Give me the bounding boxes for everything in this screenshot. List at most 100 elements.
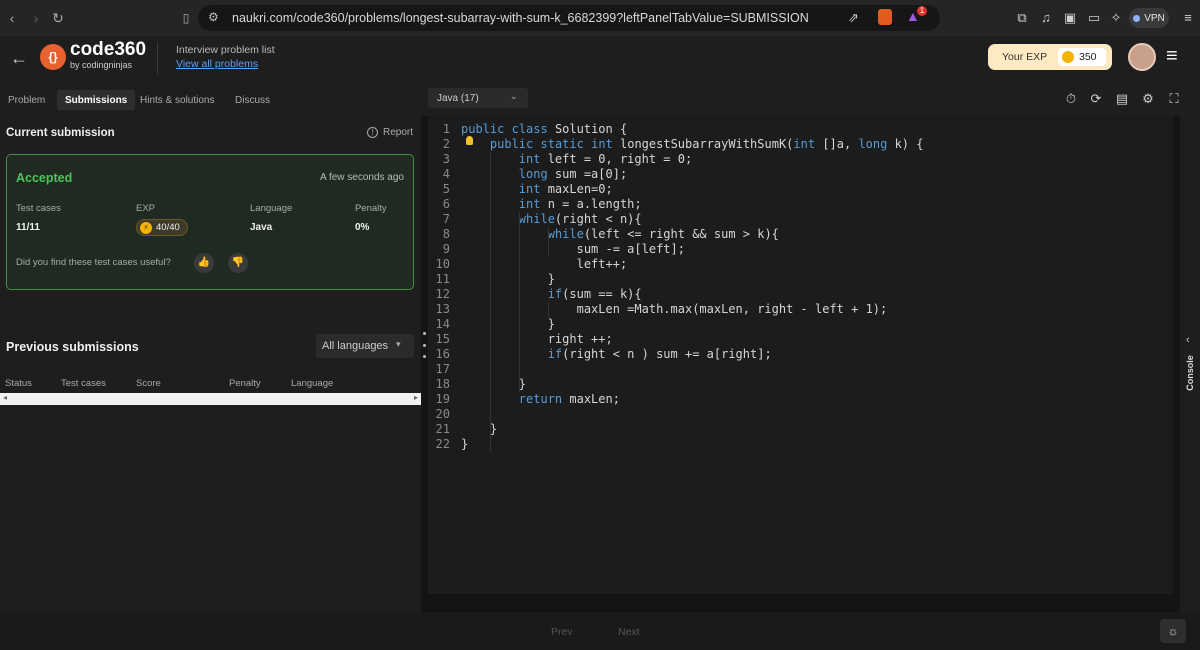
share-icon[interactable]: ⇗ xyxy=(848,10,859,26)
thumbs-up-button[interactable]: 👍 xyxy=(194,253,214,273)
code-line: 15 right ++; xyxy=(428,332,1173,347)
handle-dot xyxy=(422,332,426,335)
brand-logo[interactable]: code360 by codingninjas xyxy=(70,40,146,71)
code-line: 14 } xyxy=(428,317,1173,332)
report-button[interactable]: ! Report xyxy=(367,127,413,138)
header-exp: EXP xyxy=(136,203,156,214)
panel-resize-handle[interactable] xyxy=(421,332,427,358)
line-number: 10 xyxy=(435,257,450,271)
url-text: naukri.com/code360/problems/longest-suba… xyxy=(232,11,809,25)
keyword: long xyxy=(518,167,548,181)
language-filter[interactable]: All languages ▾ xyxy=(316,334,414,358)
line-number: 13 xyxy=(435,302,450,316)
code-text: } xyxy=(461,377,527,391)
settings-icon[interactable]: ⚙ xyxy=(1140,91,1156,107)
code-line: 21 } xyxy=(428,422,1173,437)
back-browser-icon[interactable]: ‹ xyxy=(2,8,22,28)
next-button[interactable]: Next xyxy=(618,626,640,638)
lightning-icon: ⚡ xyxy=(140,221,152,234)
timer-icon[interactable]: ⏱ xyxy=(1063,91,1079,107)
col-test-cases: Test cases xyxy=(61,378,106,389)
music-icon[interactable]: ♫ xyxy=(1038,10,1054,26)
line-number: 6 xyxy=(442,197,450,211)
brand-name: code360 xyxy=(70,39,147,60)
vpn-dot-icon xyxy=(1133,14,1141,22)
bookmark-icon[interactable]: ▯ xyxy=(176,8,196,28)
test-cases-value: 11/11 xyxy=(16,222,40,233)
lightbulb-icon: ☼ xyxy=(1167,624,1179,638)
penalty-value: 0% xyxy=(355,222,370,233)
thumbs-down-button[interactable]: 👎 xyxy=(228,253,248,273)
tab-hints-solutions[interactable]: Hints & solutions xyxy=(140,95,214,106)
sidebar-icon[interactable]: ▣ xyxy=(1062,10,1078,26)
scroll-right-icon[interactable]: ▸ xyxy=(414,393,418,402)
line-number: 14 xyxy=(435,317,450,331)
browser-menu-icon[interactable]: ≡ xyxy=(1180,10,1196,26)
code-editor[interactable]: 1 public class Solution {2 public static … xyxy=(428,116,1173,594)
problem-list-title: Interview problem list xyxy=(176,44,275,56)
code-text: } xyxy=(461,437,469,451)
wallet-icon[interactable]: ▭ xyxy=(1086,10,1102,26)
fullscreen-icon[interactable]: ⛶ xyxy=(1166,91,1182,107)
notification-badge: 1 xyxy=(917,6,927,16)
lightbulb-hint-icon[interactable] xyxy=(466,136,473,145)
layout-icon[interactable]: ▤ xyxy=(1114,91,1130,107)
site-info-icon[interactable]: ⚙ xyxy=(208,10,219,24)
avatar[interactable] xyxy=(1128,43,1156,71)
back-arrow-icon[interactable]: ← xyxy=(10,48,28,69)
header-test-cases: Test cases xyxy=(16,203,61,214)
code-text: } xyxy=(461,317,555,331)
current-submission-title: Current submission xyxy=(6,127,115,139)
extensions-icon[interactable]: ⧉ xyxy=(1014,10,1030,26)
code-text: if(right < n ) sum += a[right]; xyxy=(547,347,772,361)
code-text: int left = 0, right = 0; xyxy=(518,152,693,166)
reset-code-icon[interactable]: ⟳ xyxy=(1088,91,1104,107)
chevron-down-icon: ⌄ xyxy=(510,91,518,101)
reload-icon[interactable]: ↻ xyxy=(48,8,68,28)
browser-toolbar: ‹ › ↻ ▯ ⚙ naukri.com/code360/problems/lo… xyxy=(0,0,1200,36)
horizontal-scrollbar[interactable]: ◂ ▸ xyxy=(0,393,421,405)
indent-guide xyxy=(548,302,549,317)
previous-submissions-title: Previous submissions xyxy=(6,340,139,354)
code-line: 9 sum -= a[left]; xyxy=(428,242,1173,257)
code-line: 17 xyxy=(428,362,1173,377)
line-number: 9 xyxy=(442,242,450,256)
keyword: int xyxy=(518,182,541,196)
brave-shield-icon[interactable] xyxy=(878,9,892,25)
code-text: sum -= a[left]; xyxy=(461,242,685,256)
address-bar[interactable]: ⚙ naukri.com/code360/problems/longest-su… xyxy=(198,5,940,31)
thumbs-down-icon: 👎 xyxy=(231,257,245,268)
menu-icon[interactable]: ≡ xyxy=(1166,45,1178,68)
code-line: 13 maxLen =Math.max(maxLen, right - left… xyxy=(428,302,1173,317)
line-number: 8 xyxy=(442,227,450,241)
problem-nav: Interview problem list View all problems xyxy=(176,44,275,72)
keyword: while xyxy=(518,212,555,226)
prev-button[interactable]: Prev xyxy=(551,626,573,638)
line-number: 18 xyxy=(435,377,450,391)
exp-pill[interactable]: Your EXP 350 xyxy=(988,44,1112,70)
keyword: while xyxy=(547,227,584,241)
thumbs-up-icon: 👍 xyxy=(197,257,211,268)
console-chevron-left-icon: ‹ xyxy=(1186,334,1190,346)
code-line: 5 int maxLen=0; xyxy=(428,182,1173,197)
code-text: public class Solution { xyxy=(461,122,628,136)
view-all-problems-link[interactable]: View all problems xyxy=(176,57,275,72)
scroll-left-icon[interactable]: ◂ xyxy=(3,393,7,402)
code-text: maxLen =Math.max(maxLen, right - left + … xyxy=(461,302,888,316)
header-divider xyxy=(157,42,158,74)
forward-browser-icon[interactable]: › xyxy=(26,8,46,28)
tab-problem[interactable]: Problem xyxy=(8,95,45,106)
leo-ai-icon[interactable]: ✧ xyxy=(1108,10,1124,26)
tab-submissions[interactable]: Submissions xyxy=(57,90,136,110)
console-tab[interactable]: ‹ Console xyxy=(1180,116,1200,612)
indent-guide xyxy=(519,212,520,392)
vpn-button[interactable]: VPN xyxy=(1129,8,1169,28)
code-line: 22} xyxy=(428,437,1173,452)
code-line: 11 } xyxy=(428,272,1173,287)
code-line: 19 return maxLen; xyxy=(428,392,1173,407)
theme-toggle-button[interactable]: ☼ xyxy=(1160,619,1186,643)
language-select[interactable]: Java (17) ⌄ xyxy=(428,88,528,108)
tab-discuss[interactable]: Discuss xyxy=(235,95,270,106)
col-language: Language xyxy=(291,378,334,389)
logo-icon[interactable]: {} xyxy=(40,44,66,70)
